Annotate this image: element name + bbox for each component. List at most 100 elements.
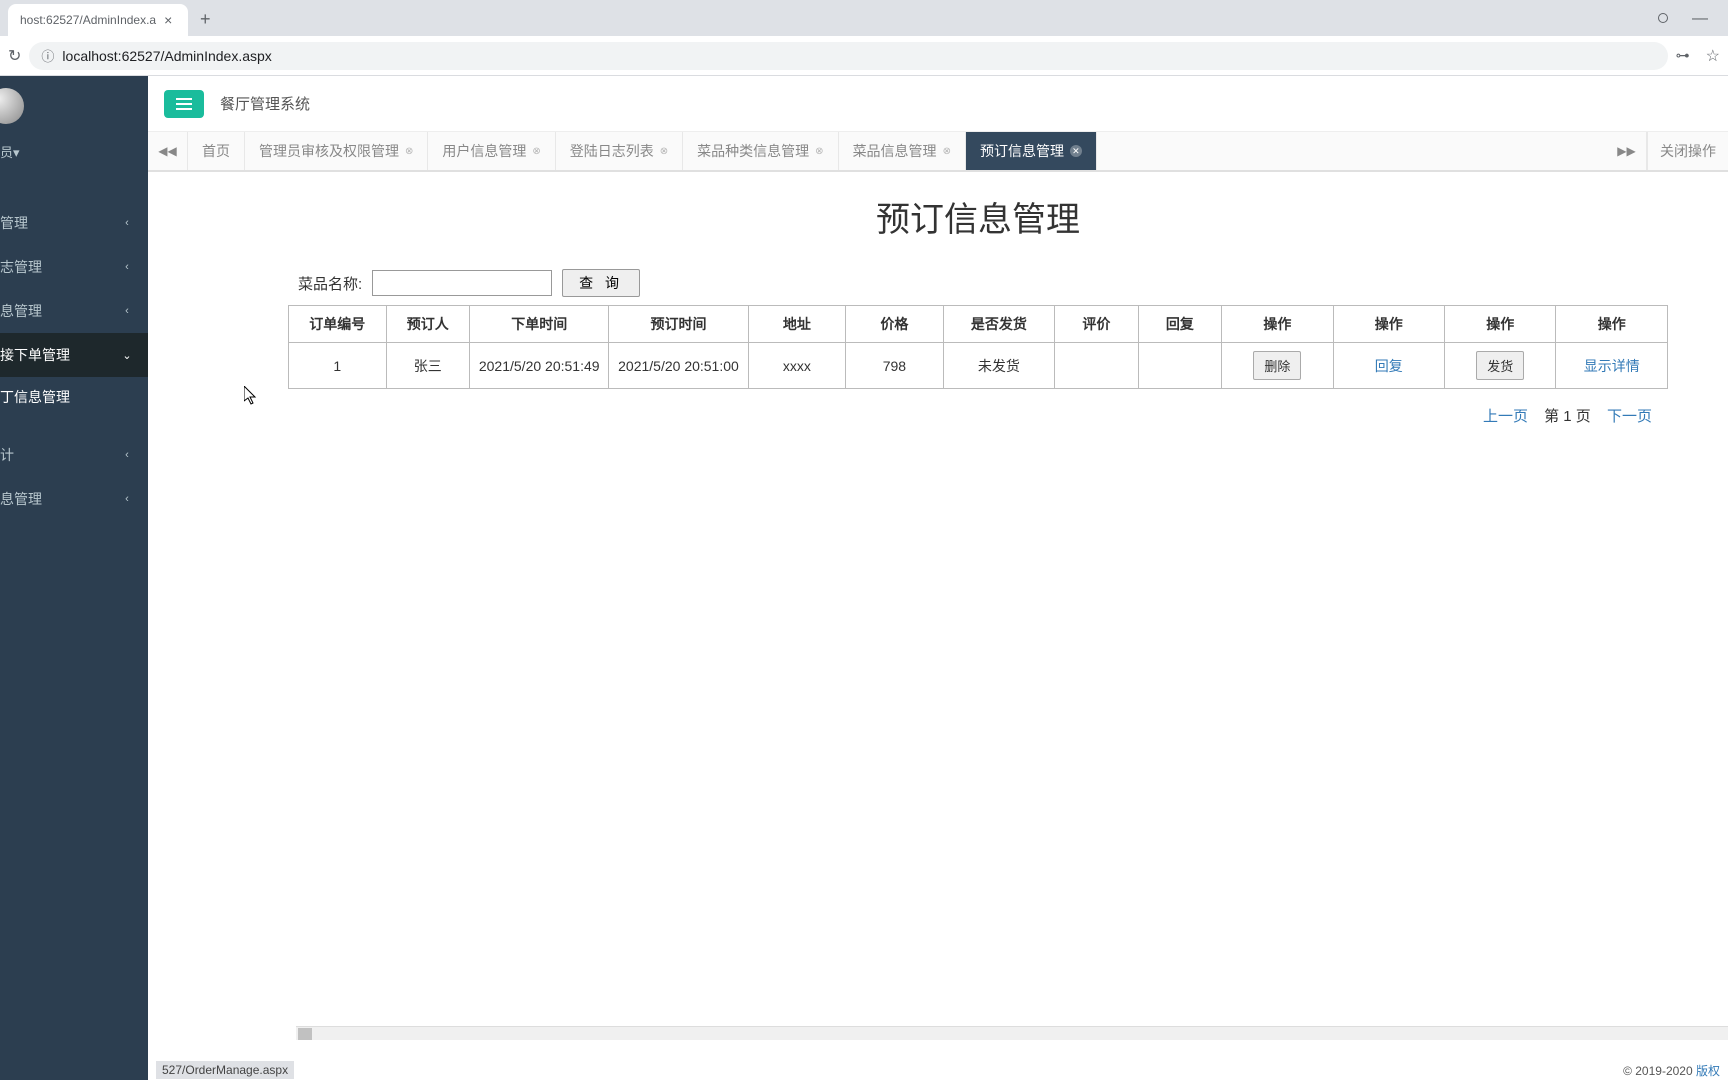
sidebar-item-1[interactable]: 志管理 ‹ <box>0 245 148 289</box>
tab-label: 管理员审核及权限管理 <box>259 141 399 161</box>
tab-login-log[interactable]: 登陆日志列表 ⊗ <box>556 132 683 170</box>
main: 餐厅管理系统 ◀◀ 首页 管理员审核及权限管理 ⊗ 用户信息管理 ⊗ 登陆日志列表 ⊗… <box>148 76 1728 1080</box>
tab-dish-category[interactable]: 菜品种类信息管理 ⊗ <box>683 132 838 170</box>
pager-next[interactable]: 下一页 <box>1607 408 1652 425</box>
close-icon[interactable]: ⊗ <box>532 146 540 157</box>
search-row: 菜品名称: 查 询 <box>298 269 1668 297</box>
cell-order-time: 2021/5/20 20:51:49 <box>470 343 609 389</box>
search-button[interactable]: 查 询 <box>562 269 640 297</box>
cell-order-id: 1 <box>289 343 387 389</box>
minimize-icon[interactable]: — <box>1692 10 1708 28</box>
reservation-table: 订单编号 预订人 下单时间 预订时间 地址 价格 是否发货 评价 回复 操作 操… <box>288 305 1668 389</box>
cell-reply <box>1138 343 1222 389</box>
sidebar-item-label: 息管理 <box>0 301 42 321</box>
close-icon[interactable]: ✕ <box>1070 145 1082 157</box>
topbar: 餐厅管理系统 <box>148 76 1728 132</box>
th-order-time: 下单时间 <box>470 306 609 343</box>
tabs-scroll-left[interactable]: ◀◀ <box>148 132 188 170</box>
tab-label: 用户信息管理 <box>442 141 526 161</box>
close-operations[interactable]: 关闭操作 <box>1647 132 1728 170</box>
copyright-link[interactable]: 版权 <box>1696 1064 1720 1078</box>
url-bar: ↻ ⓘ localhost:62527/AdminIndex.aspx ⊶ ☆ <box>0 36 1728 76</box>
avatar[interactable] <box>0 88 24 124</box>
copyright: © 2019-2020 版权 <box>1623 1062 1720 1079</box>
sidebar-item-label: 息管理 <box>0 489 42 509</box>
th-op2: 操作 <box>1333 306 1444 343</box>
detail-link[interactable]: 显示详情 <box>1584 358 1640 374</box>
browser-tab-strip: host:62527/AdminIndex.a × + — <box>0 0 1728 36</box>
cell-eval <box>1055 343 1139 389</box>
close-icon[interactable]: ⊗ <box>943 146 951 157</box>
ship-button[interactable]: 发货 <box>1476 351 1524 380</box>
chevron-left-icon: ‹ <box>122 493 132 505</box>
tabs-bar: ◀◀ 首页 管理员审核及权限管理 ⊗ 用户信息管理 ⊗ 登陆日志列表 ⊗ 菜品种类信息… <box>148 132 1728 172</box>
menu-icon <box>176 103 192 105</box>
pager-current: 第 1 页 <box>1544 408 1591 425</box>
status-url: 527/OrderManage.aspx <box>156 1061 294 1079</box>
th-address: 地址 <box>748 306 846 343</box>
tab-admin-audit[interactable]: 管理员审核及权限管理 ⊗ <box>245 132 428 170</box>
scrollbar-thumb[interactable] <box>298 1028 312 1040</box>
pager: 上一页 第 1 页 下一页 <box>288 405 1668 426</box>
tab-reservation[interactable]: 预订信息管理 ✕ <box>966 132 1097 170</box>
search-input[interactable] <box>372 270 552 296</box>
user-dropdown[interactable]: 员▾ <box>0 136 148 177</box>
sidebar-item-label: 志管理 <box>0 257 42 277</box>
chevron-left-icon: ‹ <box>122 261 132 273</box>
th-eval: 评价 <box>1055 306 1139 343</box>
th-person: 预订人 <box>386 306 470 343</box>
sidebar-item-4[interactable]: 计 ‹ <box>0 433 148 477</box>
close-icon[interactable]: ⊗ <box>815 146 823 157</box>
th-op3: 操作 <box>1445 306 1556 343</box>
th-reserve-time: 预订时间 <box>609 306 748 343</box>
tab-label: 预订信息管理 <box>980 141 1064 161</box>
browser-tab-title: host:62527/AdminIndex.a <box>20 13 156 27</box>
chevron-left-icon: ‹ <box>122 305 132 317</box>
tab-label: 登陆日志列表 <box>570 141 654 161</box>
th-op4: 操作 <box>1556 306 1668 343</box>
cell-address: xxxx <box>748 343 846 389</box>
sidebar-item-0[interactable]: 管理 ‹ <box>0 201 148 245</box>
th-op1: 操作 <box>1222 306 1333 343</box>
reload-icon[interactable]: ↻ <box>8 46 21 66</box>
new-tab-button[interactable]: + <box>200 9 211 30</box>
url-input[interactable]: ⓘ localhost:62527/AdminIndex.aspx <box>29 42 1667 70</box>
sidebar: 员▾ 管理 ‹ 志管理 ‹ 息管理 ‹ 接下单管理 ⌄ 丁信息管理 计 ‹ 息管… <box>0 76 148 1080</box>
cell-shipped: 未发货 <box>943 343 1054 389</box>
reply-link[interactable]: 回复 <box>1375 358 1403 374</box>
sidebar-sub-item[interactable]: 丁信息管理 <box>0 377 148 417</box>
close-ops-label: 关闭操作 <box>1660 141 1716 161</box>
caret-down-icon: ▾ <box>13 145 20 160</box>
menu-button[interactable] <box>164 90 204 118</box>
tab-dish-info[interactable]: 菜品信息管理⊗ <box>839 132 966 170</box>
search-label: 菜品名称: <box>298 273 362 294</box>
user-circle-icon[interactable] <box>1658 10 1668 28</box>
table-header-row: 订单编号 预订人 下单时间 预订时间 地址 价格 是否发货 评价 回复 操作 操… <box>289 306 1668 343</box>
window-controls: — <box>1658 10 1720 28</box>
key-icon[interactable]: ⊶ <box>1676 47 1690 64</box>
close-icon[interactable]: × <box>164 12 172 28</box>
sidebar-item-3[interactable]: 接下单管理 ⌄ <box>0 333 148 377</box>
close-icon[interactable]: ⊗ <box>405 146 413 157</box>
browser-tab[interactable]: host:62527/AdminIndex.a × <box>8 4 188 36</box>
close-icon[interactable]: ⊗ <box>660 146 668 157</box>
tab-user-info[interactable]: 用户信息管理 ⊗ <box>428 132 555 170</box>
horizontal-scrollbar[interactable] <box>296 1026 1728 1040</box>
bookmark-star-icon[interactable]: ☆ <box>1706 46 1720 66</box>
sidebar-item-5[interactable]: 息管理 ‹ <box>0 477 148 521</box>
sidebar-sub-label: 丁信息管理 <box>0 389 70 405</box>
sidebar-item-2[interactable]: 息管理 ‹ <box>0 289 148 333</box>
tab-home[interactable]: 首页 <box>188 132 245 170</box>
pager-prev[interactable]: 上一页 <box>1483 408 1528 425</box>
chevron-down-icon: ⌄ <box>122 349 132 362</box>
sidebar-item-label: 管理 <box>0 213 28 233</box>
chevron-left-icon: ‹ <box>122 217 132 229</box>
th-reply: 回复 <box>1138 306 1222 343</box>
app-title: 餐厅管理系统 <box>220 93 310 114</box>
chevron-left-icon: ‹ <box>122 449 132 461</box>
sidebar-item-label: 计 <box>0 445 14 465</box>
tab-label: 菜品种类信息管理 <box>697 141 809 161</box>
delete-button[interactable]: 删除 <box>1253 351 1301 380</box>
status-bar: 527/OrderManage.aspx © 2019-2020 版权 <box>148 1060 1728 1080</box>
tabs-scroll-right[interactable]: ▶▶ <box>1607 132 1647 170</box>
